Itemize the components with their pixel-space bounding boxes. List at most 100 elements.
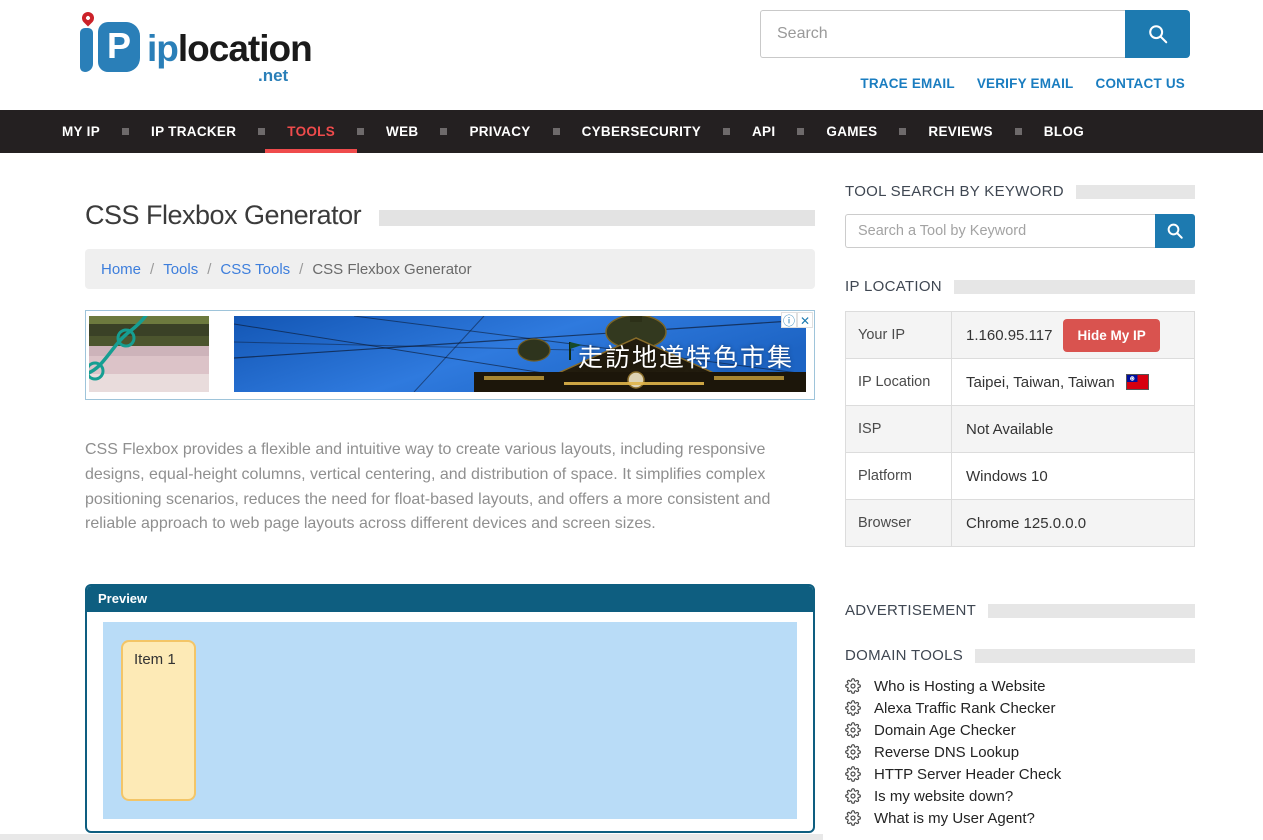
ad-info-icon[interactable]: ⓘ (781, 312, 797, 328)
nav-item-games[interactable]: GAMES (804, 110, 899, 153)
domain-tool-link[interactable]: Domain Age Checker (874, 722, 1016, 739)
nav-item-cybersecurity[interactable]: CYBERSECURITY (560, 110, 723, 153)
nav-item-tools[interactable]: TOOLS (265, 110, 357, 153)
breadcrumb: Home / Tools / CSS Tools / CSS Flexbox G… (85, 249, 815, 289)
page-title: CSS Flexbox Generator (85, 200, 361, 231)
ad-close-icon[interactable]: ✕ (797, 312, 813, 328)
logo-i-glyph (80, 28, 93, 72)
header-search-button[interactable] (1125, 10, 1190, 58)
breadcrumb-separator: / (150, 261, 154, 278)
breadcrumb-home[interactable]: Home (101, 261, 141, 278)
table-row: Your IP 1.160.95.117 Hide My IP (846, 312, 1195, 359)
table-row: Browser Chrome 125.0.0.0 (846, 500, 1195, 547)
nav-separator (440, 128, 447, 135)
nav-separator (357, 128, 364, 135)
nav-separator (723, 128, 730, 135)
list-item[interactable]: HTTP Server Header Check (845, 763, 1195, 785)
main-nav: MY IP IP TRACKER TOOLS WEB PRIVACY CYBER… (0, 110, 1263, 153)
logo-word-location: location (178, 28, 312, 69)
contact-us-link[interactable]: CONTACT US (1096, 76, 1186, 91)
ad-banner: 走訪地道特色市集 ⓘ ✕ (85, 310, 815, 400)
flexbox-preview-container: Item 1 (103, 622, 797, 819)
preview-panel: Preview Item 1 (85, 584, 815, 833)
list-item[interactable]: Alexa Traffic Rank Checker (845, 697, 1195, 719)
gear-icon (845, 722, 861, 738)
list-item[interactable]: Who is Hosting a Website (845, 675, 1195, 697)
domain-tool-link[interactable]: What is my User Agent? (874, 810, 1035, 827)
tool-search (845, 214, 1195, 248)
domain-tool-link[interactable]: Reverse DNS Lookup (874, 744, 1019, 761)
ip-info-table: Your IP 1.160.95.117 Hide My IP IP Locat… (845, 311, 1195, 547)
logo-p-glyph: P (98, 22, 140, 72)
row-label: Browser (846, 500, 952, 547)
ad-badges: ⓘ ✕ (781, 312, 813, 328)
nav-separator (258, 128, 265, 135)
search-icon (1147, 23, 1169, 45)
gear-icon (845, 766, 861, 782)
nav-item-ip-tracker[interactable]: IP TRACKER (129, 110, 258, 153)
logo-wordmark: iplocation (147, 28, 312, 70)
nav-separator (122, 128, 129, 135)
logo-mark-icon: P (75, 10, 145, 80)
header-search-input[interactable] (760, 10, 1125, 58)
ip-location-value: Taipei, Taiwan, Taiwan (966, 374, 1115, 391)
ad-main-image[interactable]: 走訪地道特色市集 (234, 316, 806, 392)
heading-decorative-bar (954, 280, 1195, 294)
list-item[interactable]: What is my User Agent? (845, 807, 1195, 829)
site-logo[interactable]: P iplocation .net (75, 10, 315, 90)
heading-decorative-bar (975, 649, 1195, 663)
domain-tools-heading: DOMAIN TOOLS (845, 647, 1195, 664)
breadcrumb-separator: / (207, 261, 211, 278)
list-item[interactable]: Is my website down? (845, 785, 1195, 807)
domain-tool-link[interactable]: Alexa Traffic Rank Checker (874, 700, 1055, 717)
row-label: ISP (846, 406, 952, 453)
domain-tool-link[interactable]: Who is Hosting a Website (874, 678, 1045, 695)
gear-icon (845, 678, 861, 694)
list-item[interactable]: Reverse DNS Lookup (845, 741, 1195, 763)
row-label: Platform (846, 453, 952, 500)
preview-panel-header: Preview (87, 586, 813, 612)
header-search (760, 10, 1190, 58)
nav-separator (797, 128, 804, 135)
breadcrumb-tools[interactable]: Tools (163, 261, 198, 278)
nav-item-blog[interactable]: BLOG (1022, 110, 1106, 153)
your-ip-value: 1.160.95.117 (966, 327, 1052, 344)
header-links: TRACE EMAIL VERIFY EMAIL CONTACT US (860, 76, 1185, 91)
trace-email-link[interactable]: TRACE EMAIL (860, 76, 954, 91)
advertisement-heading: ADVERTISEMENT (845, 602, 1195, 619)
advertisement-heading-text: ADVERTISEMENT (845, 602, 976, 619)
nav-item-web[interactable]: WEB (364, 110, 440, 153)
gear-icon (845, 810, 861, 826)
tool-search-button[interactable] (1155, 214, 1195, 248)
breadcrumb-css-tools[interactable]: CSS Tools (220, 261, 290, 278)
flex-item-1: Item 1 (121, 640, 196, 801)
nav-separator (899, 128, 906, 135)
tool-description: CSS Flexbox provides a flexible and intu… (85, 438, 815, 537)
tool-search-heading: TOOL SEARCH BY KEYWORD (845, 183, 1195, 200)
logo-tld: .net (258, 66, 288, 86)
isp-value: Not Available (952, 406, 1195, 453)
preview-panel-body: Item 1 (87, 612, 813, 833)
list-item[interactable]: Domain Age Checker (845, 719, 1195, 741)
domain-tool-link[interactable]: HTTP Server Header Check (874, 766, 1061, 783)
nav-item-my-ip[interactable]: MY IP (40, 110, 122, 153)
verify-email-link[interactable]: VERIFY EMAIL (977, 76, 1074, 91)
ad-thumbnail-image[interactable] (89, 316, 209, 392)
domain-tool-link[interactable]: Is my website down? (874, 788, 1013, 805)
header: P iplocation .net TRACE EMAIL VERIFY EMA… (0, 0, 1263, 110)
nav-item-reviews[interactable]: REVIEWS (906, 110, 1014, 153)
tool-search-input[interactable] (845, 214, 1155, 248)
row-label: Your IP (846, 312, 952, 359)
ip-location-heading-text: IP LOCATION (845, 278, 942, 295)
table-row: IP Location Taipei, Taiwan, Taiwan (846, 359, 1195, 406)
nav-item-privacy[interactable]: PRIVACY (447, 110, 552, 153)
hide-my-ip-button[interactable]: Hide My IP (1063, 319, 1159, 352)
nav-item-api[interactable]: API (730, 110, 797, 153)
gear-icon (845, 788, 861, 804)
logo-word-ip: ip (147, 28, 178, 69)
title-row: CSS Flexbox Generator (85, 200, 815, 231)
nav-separator (1015, 128, 1022, 135)
ip-location-heading: IP LOCATION (845, 278, 1195, 295)
domain-tools-list: Who is Hosting a Website Alexa Traffic R… (845, 675, 1195, 829)
breadcrumb-current: CSS Flexbox Generator (312, 261, 471, 278)
